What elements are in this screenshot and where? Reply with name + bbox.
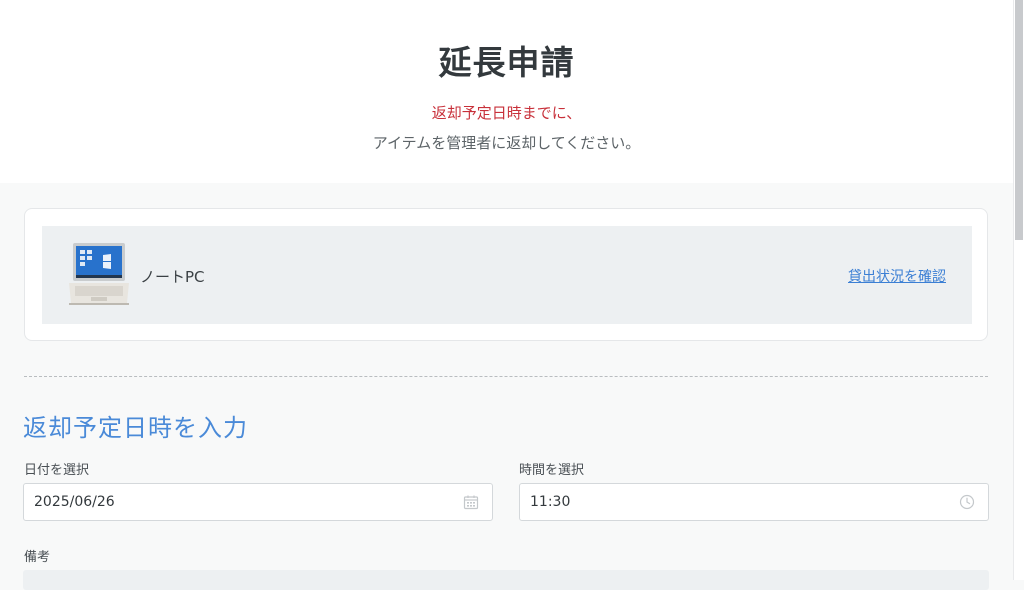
item-name: ノートPC xyxy=(140,268,205,286)
section-divider xyxy=(24,376,988,377)
remarks-textarea[interactable] xyxy=(23,570,989,590)
item-row: ノートPC 貸出状況を確認 xyxy=(42,226,972,324)
time-input[interactable]: 11:30 xyxy=(519,483,989,521)
remarks-label: 備考 xyxy=(24,550,51,565)
date-input[interactable]: 2025/06/26 xyxy=(23,483,493,521)
time-label: 時間を選択 xyxy=(519,463,585,478)
time-value: 11:30 xyxy=(530,494,571,510)
date-label: 日付を選択 xyxy=(24,463,90,478)
calendar-icon[interactable] xyxy=(463,494,479,510)
clock-icon[interactable] xyxy=(959,494,975,510)
page-scrollbar[interactable] xyxy=(1013,0,1024,580)
return-deadline-warning: 返却予定日時までに、 xyxy=(431,104,582,122)
laptop-image xyxy=(69,243,129,305)
loan-status-link[interactable]: 貸出状況を確認 xyxy=(848,266,946,286)
page-title: 延長申請 xyxy=(438,43,575,82)
scrollbar-thumb[interactable] xyxy=(1015,0,1023,240)
page-header: 延長申請 返却予定日時までに、 アイテムを管理者に返却してください。 xyxy=(0,0,1013,183)
item-card: ノートPC 貸出状況を確認 xyxy=(24,208,988,341)
return-instruction-text: アイテムを管理者に返却してください。 xyxy=(372,134,641,152)
section-title: 返却予定日時を入力 xyxy=(23,414,248,442)
date-value: 2025/06/26 xyxy=(34,494,115,510)
extension-request-page: 延長申請 返却予定日時までに、 アイテムを管理者に返却してください。 ノートPC… xyxy=(0,0,1013,590)
